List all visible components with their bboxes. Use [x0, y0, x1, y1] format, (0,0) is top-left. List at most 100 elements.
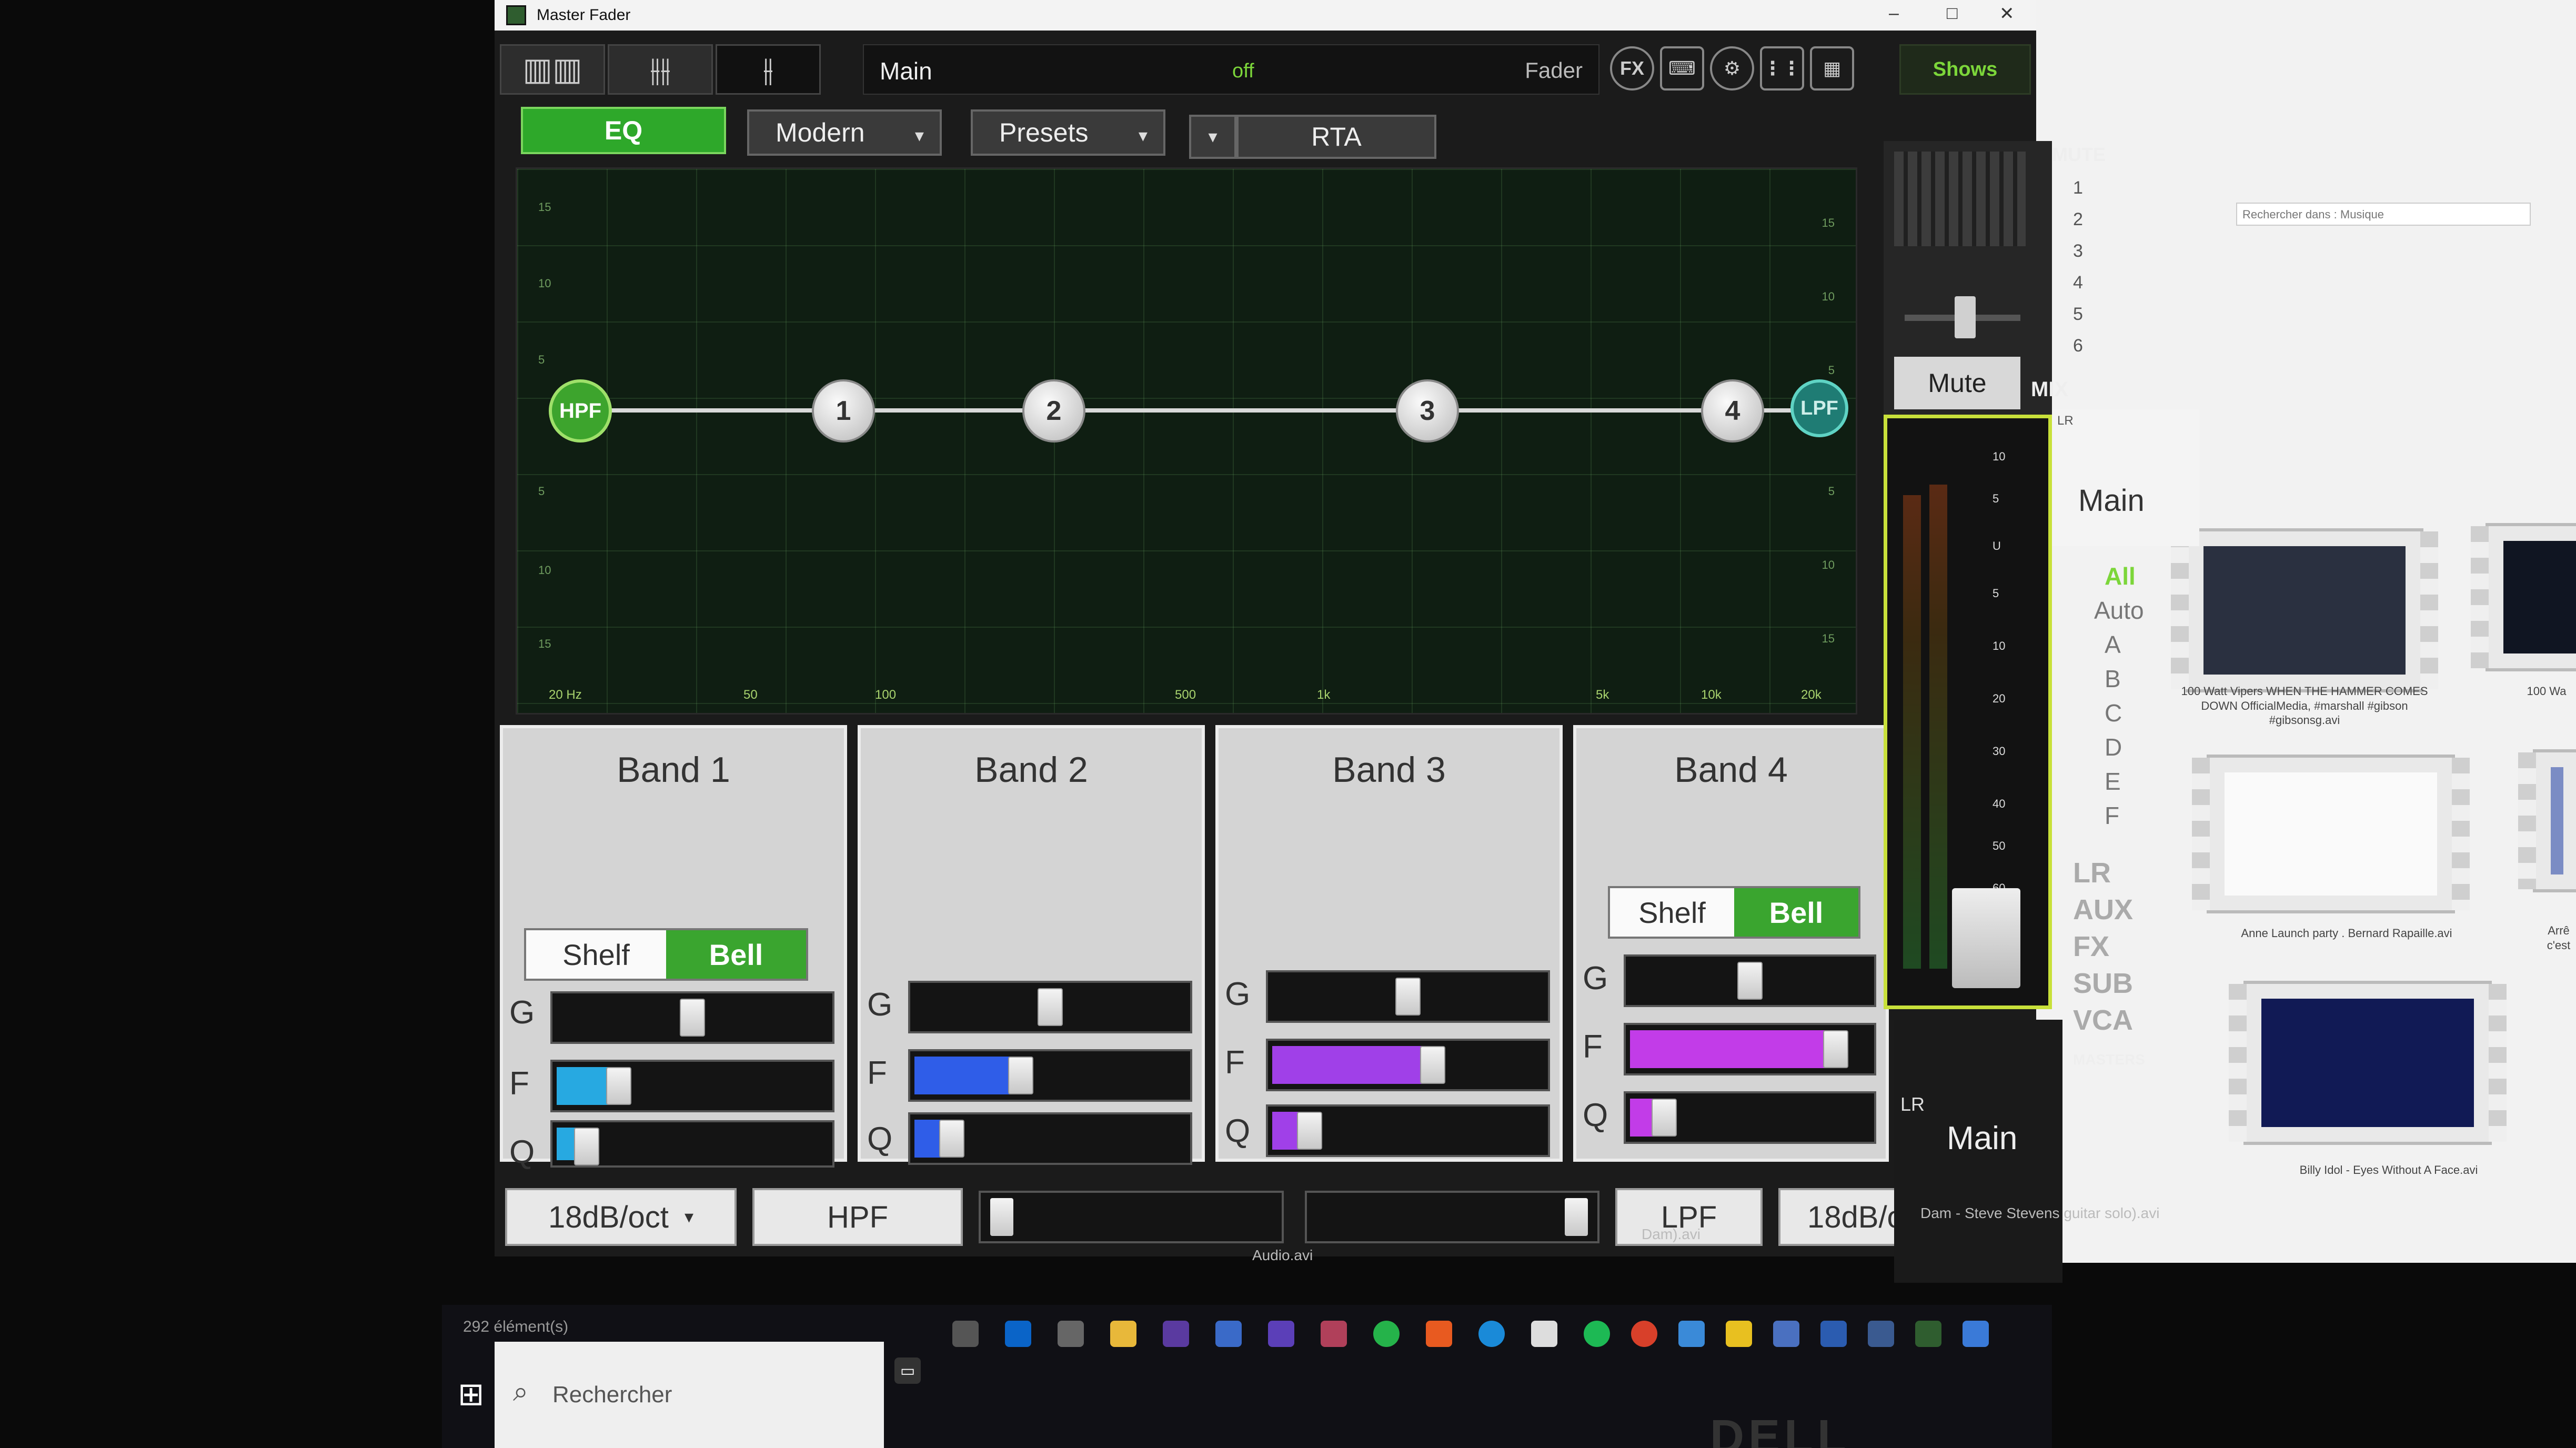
band-3-q-slider[interactable] — [1266, 1104, 1550, 1157]
mute-button[interactable]: Mute — [1894, 357, 2020, 409]
app-icon[interactable] — [1868, 1321, 1894, 1347]
category-fx[interactable]: FX — [2073, 930, 2109, 963]
band-3-gain-slider[interactable] — [1266, 970, 1550, 1023]
slider-knob[interactable] — [606, 1067, 631, 1105]
band-1-gain-slider[interactable] — [550, 991, 834, 1044]
shelf-option[interactable]: Shelf — [526, 930, 666, 979]
hpf-toggle-button[interactable]: HPF — [752, 1188, 963, 1246]
band-2-frequency-slider[interactable] — [908, 1049, 1192, 1102]
band-3-frequency-slider[interactable] — [1266, 1039, 1550, 1091]
filter-d[interactable]: D — [2105, 733, 2122, 761]
lpf-frequency-slider[interactable] — [1305, 1191, 1599, 1243]
file-name[interactable]: 100 Watt Vipers WHEN THE HAMMER COMES DO… — [2168, 684, 2441, 728]
task-view-icon[interactable]: ▭ — [894, 1358, 921, 1384]
camera-icon[interactable] — [1531, 1321, 1557, 1347]
video-thumbnail[interactable] — [2171, 528, 2438, 692]
file-name[interactable]: Billy Idol - Eyes Without A Face.avi — [2262, 1163, 2515, 1178]
slider-knob[interactable] — [1565, 1198, 1588, 1236]
channel-view-button[interactable]: ⫲⫲ — [608, 44, 713, 95]
shows-button[interactable]: Shows — [1899, 44, 2031, 95]
filter-all[interactable]: All — [2105, 562, 2136, 590]
masters-label[interactable]: MASTERS — [2073, 1051, 2145, 1068]
close-button[interactable]: ✕ — [1999, 3, 2015, 24]
mute-group-6[interactable]: 6 — [2073, 336, 2083, 356]
slider-knob[interactable] — [573, 1128, 599, 1165]
master-fader-taskbar-icon[interactable] — [1915, 1321, 1941, 1347]
mute-group-2[interactable]: 2 — [2073, 209, 2083, 230]
file-name[interactable]: Dam - Steve Stevens guitar solo).avi — [1920, 1205, 2159, 1222]
outlook-icon[interactable] — [1005, 1321, 1031, 1347]
app-icon[interactable] — [1773, 1321, 1799, 1347]
band-4-gain-slider[interactable] — [1624, 954, 1876, 1007]
mute-group-4[interactable]: 4 — [2073, 273, 2083, 293]
rta-dropdown-caret[interactable]: ▾ — [1189, 115, 1236, 159]
minimize-button[interactable]: – — [1889, 3, 1899, 24]
slider-knob[interactable] — [1823, 1030, 1849, 1068]
band-4-frequency-slider[interactable] — [1624, 1023, 1876, 1075]
band-4-type-toggle[interactable]: Shelf Bell — [1608, 886, 1860, 939]
filter-f[interactable]: F — [2105, 801, 2119, 830]
band-1-frequency-slider[interactable] — [550, 1060, 834, 1112]
rta-button[interactable]: RTA — [1236, 115, 1436, 159]
edge-icon[interactable] — [1478, 1321, 1505, 1347]
band-1-node[interactable]: 1 — [812, 379, 875, 443]
bell-option[interactable]: Bell — [666, 930, 806, 979]
band-3-node[interactable]: 3 — [1396, 379, 1459, 443]
band-4-q-slider[interactable] — [1624, 1091, 1876, 1144]
file-name[interactable]: 100 Wa — [2520, 684, 2573, 699]
band-2-q-slider[interactable] — [908, 1112, 1192, 1165]
filter-c[interactable]: C — [2105, 699, 2122, 727]
eq-toggle-button[interactable]: EQ — [521, 107, 726, 154]
main-fader-knob[interactable] — [1952, 888, 2020, 988]
category-lr[interactable]: LR — [2073, 857, 2111, 889]
slider-knob[interactable] — [680, 999, 705, 1037]
firefox-icon[interactable] — [1163, 1321, 1189, 1347]
category-sub[interactable]: SUB — [2073, 967, 2133, 1000]
windows-start-icon[interactable]: ⊞ — [458, 1376, 484, 1413]
file-name[interactable]: Dam).avi — [1642, 1226, 1700, 1243]
app-icon[interactable] — [1426, 1321, 1452, 1347]
channel-overview[interactable] — [1894, 152, 2026, 246]
file-name[interactable]: Audio.avi — [1252, 1247, 1313, 1264]
file-name[interactable]: Anne Launch party . Bernard Rapaille.avi — [2220, 926, 2473, 941]
taskbar-search-input[interactable]: Rechercher — [495, 1342, 884, 1448]
app-icon[interactable] — [1963, 1321, 1989, 1347]
grid-icon[interactable]: ▦ — [1810, 46, 1854, 91]
band-2-gain-slider[interactable] — [908, 981, 1192, 1033]
app-icon[interactable] — [1321, 1321, 1347, 1347]
slider-knob[interactable] — [990, 1198, 1014, 1236]
whatsapp-icon[interactable] — [1373, 1321, 1400, 1347]
slider-knob[interactable] — [1038, 988, 1063, 1026]
video-thumbnail[interactable] — [2192, 755, 2470, 913]
keyboard-icon[interactable]: ⌨ — [1660, 46, 1704, 91]
video-thumbnail[interactable] — [2471, 523, 2576, 671]
network-icon[interactable]: ⋮⋮ — [1760, 46, 1804, 91]
band-4-node[interactable]: 4 — [1701, 379, 1764, 443]
video-thumbnail[interactable] — [2229, 981, 2507, 1145]
mute-group-3[interactable]: 3 — [2073, 241, 2083, 262]
shelf-option[interactable]: Shelf — [1610, 888, 1734, 937]
settings-app-icon[interactable] — [1058, 1321, 1084, 1347]
filter-e[interactable]: E — [2105, 767, 2121, 796]
slider-knob[interactable] — [939, 1120, 964, 1158]
app-icon[interactable] — [1726, 1321, 1752, 1347]
filter-auto[interactable]: Auto — [2094, 596, 2144, 625]
mute-group-1[interactable]: 1 — [2073, 178, 2083, 198]
word-icon[interactable] — [1820, 1321, 1847, 1347]
eq-mode-dropdown[interactable]: Modern ▾ — [747, 109, 942, 156]
slider-knob[interactable] — [1296, 1112, 1322, 1150]
eq-graph[interactable]: 15 10 5 5 10 15 15 10 5 5 10 15 20 Hz 50… — [516, 167, 1857, 715]
explorer-search-input[interactable]: Rechercher dans : Musique — [2236, 203, 2531, 226]
fx-icon[interactable]: FX — [1610, 46, 1654, 91]
lpf-node[interactable]: LPF — [1790, 379, 1848, 437]
filter-b[interactable]: B — [2105, 665, 2121, 693]
app-icon[interactable] — [1678, 1321, 1705, 1347]
app-icon[interactable] — [1215, 1321, 1242, 1347]
teams-icon[interactable] — [1268, 1321, 1294, 1347]
bell-option[interactable]: Bell — [1734, 888, 1858, 937]
presets-dropdown[interactable]: Presets ▾ — [971, 109, 1165, 156]
gear-icon[interactable]: ⚙ — [1710, 46, 1754, 91]
mini-fader-knob[interactable] — [1955, 296, 1976, 338]
slider-knob[interactable] — [1651, 1099, 1677, 1137]
file-explorer-icon[interactable] — [1110, 1321, 1136, 1347]
